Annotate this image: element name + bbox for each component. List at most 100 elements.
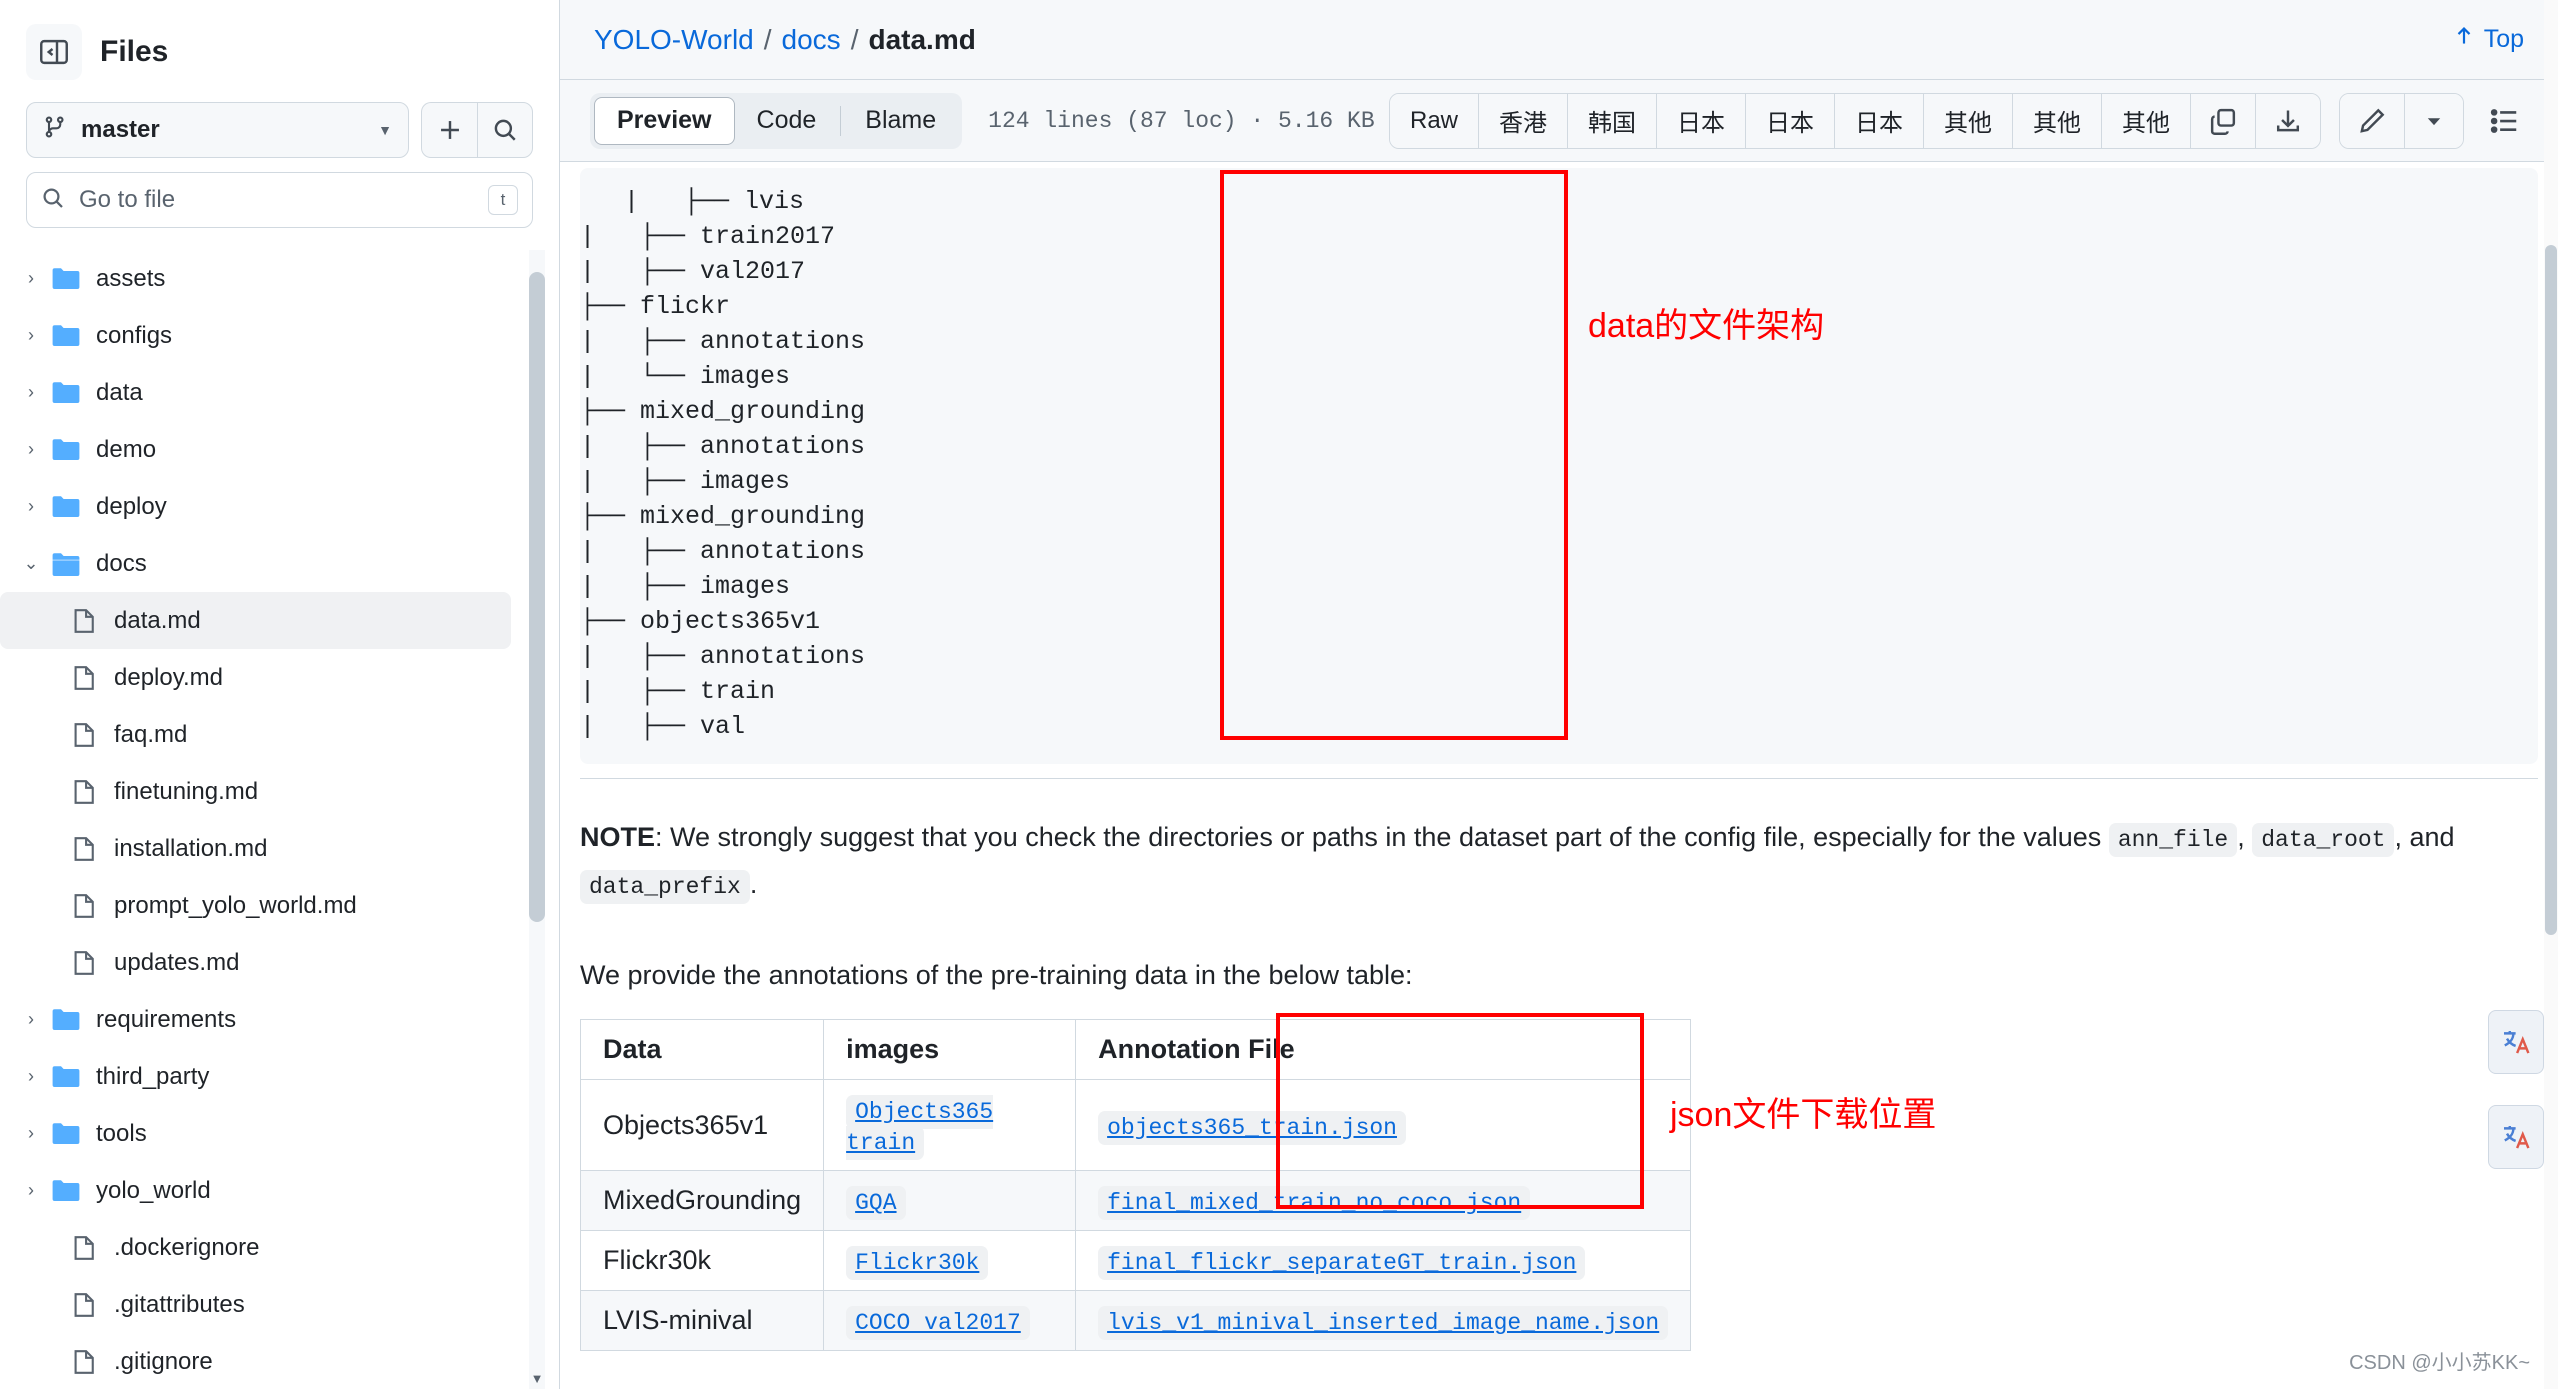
tree-folder-requirements[interactable]: › requirements — [0, 991, 559, 1048]
folder-icon — [50, 548, 82, 580]
annotation-link[interactable]: lvis_v1_minival_inserted_image_name.json — [1098, 1306, 1669, 1340]
breadcrumb-folder[interactable]: docs — [782, 24, 841, 56]
directory-tree-codeblock: | ├── lvis | ├── train2017 | ├── val2017… — [580, 168, 2538, 764]
chevron-right-icon[interactable]: › — [18, 382, 44, 403]
tree-item-label: third_party — [96, 1062, 210, 1090]
tree-item-label: deploy.md — [114, 663, 223, 691]
download-icon[interactable] — [2256, 93, 2320, 148]
tree-file-prompt-yolo-world-md[interactable]: prompt_yolo_world.md — [0, 877, 559, 934]
folder-icon — [50, 1118, 82, 1150]
locale-button-japan-2[interactable]: 日本 — [1746, 93, 1835, 148]
raw-button[interactable]: Raw — [1389, 93, 1479, 148]
tree-file-finetuning-md[interactable]: finetuning.md — [0, 763, 559, 820]
annotation-link[interactable]: final_flickr_separateGT_train.json — [1098, 1246, 1586, 1280]
copy-icon[interactable] — [2191, 93, 2256, 148]
translate-button-1[interactable] — [2488, 1010, 2544, 1074]
tree-folder-assets[interactable]: › assets — [0, 250, 559, 307]
tree-file-updates-md[interactable]: updates.md — [0, 934, 559, 991]
translate-button-2[interactable] — [2488, 1105, 2544, 1169]
locale-button-hongkong[interactable]: 香港 — [1479, 93, 1568, 148]
tree-item-label: .gitignore — [114, 1347, 213, 1375]
tree-item-label: deploy — [96, 492, 167, 520]
tree-file-data-md[interactable]: data.md — [0, 592, 511, 649]
file-icon — [68, 892, 100, 920]
chevron-right-icon[interactable]: › — [18, 496, 44, 517]
note-paragraph: NOTE: We strongly suggest that you check… — [560, 815, 2558, 909]
tree-folder-tools[interactable]: › tools — [0, 1105, 559, 1162]
search-shortcut-key: t — [488, 185, 518, 215]
tree-item-label: faq.md — [114, 720, 188, 748]
go-to-file-box[interactable]: t — [26, 172, 533, 228]
tree-file-faq-md[interactable]: faq.md — [0, 706, 559, 763]
breadcrumb-repo[interactable]: YOLO-World — [594, 24, 754, 56]
tree-item-label: data — [96, 378, 143, 406]
tree-file--gitattributes[interactable]: .gitattributes — [0, 1276, 559, 1333]
chevron-right-icon[interactable]: › — [18, 1123, 44, 1144]
tree-folder-yolo-world[interactable]: › yolo_world — [0, 1162, 559, 1219]
tab-preview[interactable]: Preview — [594, 96, 735, 145]
tree-folder-configs[interactable]: › configs — [0, 307, 559, 364]
pencil-icon[interactable] — [2340, 93, 2405, 148]
search-input[interactable] — [77, 185, 476, 215]
page-scrollbar-thumb[interactable] — [2545, 245, 2557, 935]
chevron-right-icon[interactable]: › — [18, 1180, 44, 1201]
images-link[interactable]: COCO val2017 — [846, 1306, 1030, 1340]
branch-row: master ▼ — [0, 90, 559, 158]
arrow-up-icon — [2453, 25, 2475, 54]
images-link[interactable]: Objects365 train — [846, 1095, 994, 1160]
locale-button-korea[interactable]: 韩国 — [1568, 93, 1657, 148]
file-icon — [68, 721, 100, 749]
cell-images: GQA — [823, 1170, 1077, 1231]
cell-data: MixedGrounding — [579, 1170, 825, 1231]
tree-file--gitignore[interactable]: .gitignore — [0, 1333, 559, 1389]
tree-folder-data[interactable]: › data — [0, 364, 559, 421]
tree-scroll-down-arrow[interactable]: ▼ — [529, 1367, 545, 1389]
locale-button-other-1[interactable]: 其他 — [1924, 93, 2013, 148]
tree-file-deploy-md[interactable]: deploy.md — [0, 649, 559, 706]
chevron-right-icon[interactable]: › — [18, 1066, 44, 1087]
tree-file--dockerignore[interactable]: .dockerignore — [0, 1219, 559, 1276]
annotation-link[interactable]: objects365_train.json — [1098, 1110, 1406, 1145]
chevron-down-icon[interactable]: ⌄ — [18, 553, 44, 574]
annotation-link[interactable]: final_mixed_train_no_coco.json — [1098, 1186, 1531, 1220]
table-row: MixedGrounding GQA final_mixed_train_no_co… — [579, 1170, 1692, 1231]
top-link[interactable]: Top — [2453, 25, 2524, 54]
table-row: LVIS-minival COCO val2017 lvis_v1_minival_… — [579, 1290, 1692, 1351]
locale-button-japan-3[interactable]: 日本 — [1835, 93, 1924, 148]
locale-button-other-3[interactable]: 其他 — [2102, 93, 2191, 148]
add-file-button[interactable] — [421, 102, 477, 158]
tab-code[interactable]: Code — [735, 97, 839, 145]
locale-button-other-2[interactable]: 其他 — [2013, 93, 2102, 148]
folder-icon — [50, 434, 82, 466]
branch-name: master — [81, 116, 160, 143]
outline-list-icon[interactable] — [2482, 98, 2528, 144]
sidebar-title: Files — [100, 35, 169, 68]
locale-button-japan-1[interactable]: 日本 — [1657, 93, 1746, 148]
tree-folder-demo[interactable]: › demo — [0, 421, 559, 478]
file-icon — [68, 664, 100, 692]
chevron-right-icon[interactable]: › — [18, 439, 44, 460]
chevron-right-icon[interactable]: › — [18, 268, 44, 289]
tree-file-installation-md[interactable]: installation.md — [0, 820, 559, 877]
images-link[interactable]: GQA — [846, 1186, 906, 1220]
annotation-table: Data images Annotation File Objects365v1… — [579, 1019, 1692, 1351]
cell-images: COCO val2017 — [823, 1290, 1077, 1351]
tree-item-label: prompt_yolo_world.md — [114, 891, 357, 919]
chevron-right-icon[interactable]: › — [18, 325, 44, 346]
tree-item-label: updates.md — [114, 948, 240, 976]
chevron-right-icon[interactable]: › — [18, 1009, 44, 1030]
file-icon — [68, 778, 100, 806]
folder-icon — [50, 1061, 82, 1093]
tab-blame[interactable]: Blame — [843, 97, 958, 145]
tree-folder-third-party[interactable]: › third_party — [0, 1048, 559, 1105]
search-files-button[interactable] — [477, 102, 533, 158]
tree-item-label: requirements — [96, 1005, 237, 1033]
annotation-label-tree: data的文件架构 — [1588, 307, 1825, 345]
branch-selector[interactable]: master ▼ — [26, 102, 409, 158]
edit-dropdown-caret-icon[interactable] — [2405, 93, 2463, 148]
sidebar-collapse-icon[interactable] — [26, 24, 82, 80]
tree-scrollbar-thumb[interactable] — [529, 272, 545, 922]
images-link[interactable]: Flickr30k — [846, 1246, 989, 1280]
tree-folder-docs[interactable]: ⌄ docs — [0, 535, 559, 592]
tree-folder-deploy[interactable]: › deploy — [0, 478, 559, 535]
